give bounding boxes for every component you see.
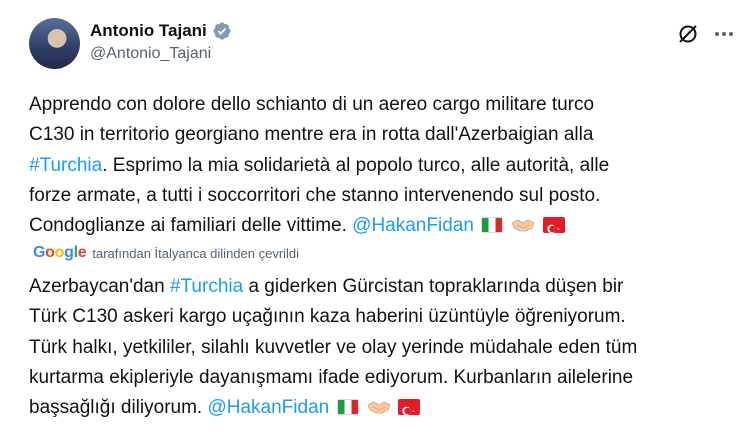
author-handle[interactable]: @Antonio_Tajani — [90, 45, 232, 63]
google-logo: Google — [33, 244, 87, 261]
grok-icon[interactable] — [676, 22, 700, 46]
handshake-icon — [367, 401, 391, 414]
verified-badge-icon[interactable] — [212, 21, 232, 41]
tweet: Antonio Tajani @Antonio_Tajani Apprendo … — [0, 0, 752, 434]
name-row: Antonio Tajani — [90, 20, 232, 42]
text-line: Türk C130 askeri kargo uçağının kaza hab… — [29, 306, 626, 328]
hashtag-link[interactable]: #Turchia — [29, 155, 102, 176]
text-line: başsağlığı diliyorum. @HakanFidan — [29, 393, 744, 423]
text-line: Condoglianze ai familiari delle vittime.… — [29, 211, 744, 241]
tweet-text-original: Apprendo con dolore dello schianto di un… — [29, 90, 744, 241]
author-block: Antonio Tajani @Antonio_Tajani — [90, 20, 232, 63]
translation-note: tarafından İtalyanca dilinden çevrildi — [92, 245, 300, 261]
mention-link[interactable]: @HakanFidan — [352, 215, 474, 236]
mention-link[interactable]: @HakanFidan — [207, 397, 329, 418]
text-line: forze armate, a tutti i soccorritori che… — [29, 184, 601, 206]
more-options-icon[interactable] — [712, 22, 736, 46]
translation-attribution: Google tarafından İtalyanca dilinden çev… — [33, 243, 299, 263]
tweet-text-translated: Azerbaycan'dan #Turchia a giderken Gürci… — [29, 272, 744, 423]
author-avatar[interactable] — [29, 18, 80, 69]
author-name[interactable]: Antonio Tajani — [90, 21, 207, 41]
text-line: kurtarma ekipleriyle dayanışmamı ifade e… — [29, 366, 634, 388]
text-line: Apprendo con dolore dello schianto di un… — [29, 94, 595, 115]
text-line: Türk halkı, yetkililer, silahlı kuvvetle… — [29, 336, 638, 358]
handshake-icon — [511, 219, 535, 232]
flag-italy-icon — [336, 399, 359, 416]
hashtag-link[interactable]: #Turchia — [170, 276, 243, 297]
flag-italy-icon — [481, 217, 504, 234]
text-line: #Turchia. Esprimo la mia solidarietà al … — [29, 154, 610, 176]
text-line: Azerbaycan'dan #Turchia a giderken Gürci… — [29, 276, 624, 297]
flag-turkey-icon — [542, 217, 565, 234]
text-line: C130 in territorio georgiano mentre era … — [29, 124, 594, 146]
flag-turkey-icon — [398, 399, 421, 416]
